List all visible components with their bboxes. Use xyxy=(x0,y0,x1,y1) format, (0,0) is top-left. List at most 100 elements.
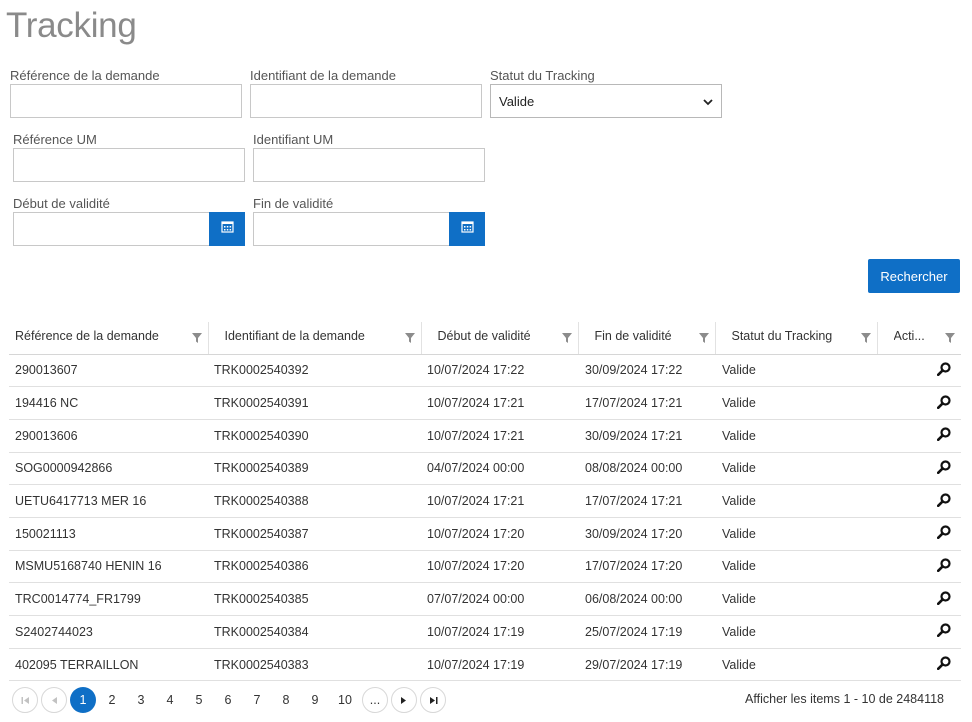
tracking-grid: Référence de la demande Identifiant de la… xyxy=(9,322,961,682)
table-row[interactable]: 150021113 TRK0002540387 10/07/2024 17:20 30… xyxy=(9,517,961,551)
table-cell: 25/07/2024 17:19 xyxy=(578,615,715,649)
magnifier-icon[interactable] xyxy=(936,492,951,510)
view-action-cell xyxy=(877,386,961,420)
view-action-cell xyxy=(877,354,961,388)
magnifier-icon[interactable] xyxy=(936,558,951,575)
column-header-label: Identifiant de la demande xyxy=(224,329,365,344)
filter-icon[interactable] xyxy=(860,332,871,346)
table-row[interactable]: 402095 TERRAILLON TRK0002540383 10/07/2024… xyxy=(9,648,961,682)
view-action-cell xyxy=(877,648,961,682)
table-cell: 06/08/2024 00:00 xyxy=(578,582,715,616)
search-button[interactable]: Rechercher xyxy=(868,259,960,293)
filter-icon[interactable] xyxy=(561,332,572,346)
page-button[interactable]: 5 xyxy=(186,687,212,713)
view-action-cell xyxy=(877,484,961,518)
table-cell: SOG0000942866 xyxy=(9,452,208,486)
debut-label: Début de validité xyxy=(13,196,110,211)
statut-select[interactable]: Valide xyxy=(490,84,722,118)
fin-date-input[interactable] xyxy=(253,212,450,246)
id-demande-input[interactable] xyxy=(250,84,482,118)
prev-page-icon[interactable] xyxy=(41,687,67,713)
page-button[interactable]: 6 xyxy=(215,687,241,713)
filter-icon[interactable] xyxy=(945,332,955,346)
table-cell: Valide xyxy=(715,354,877,388)
table-cell: TRK0002540389 xyxy=(208,452,421,486)
column-header[interactable]: Référence de la demande xyxy=(9,322,208,355)
table-row[interactable]: MSMU5168740 HENIN 16 TRK0002540386 10/07/2… xyxy=(9,550,961,584)
next-page-icon[interactable] xyxy=(391,687,417,713)
column-header-label: Référence de la demande xyxy=(15,329,159,344)
view-action-cell xyxy=(877,582,961,616)
table-cell: TRK0002540386 xyxy=(208,550,421,584)
table-cell: 17/07/2024 17:20 xyxy=(578,550,715,584)
table-cell: Valide xyxy=(715,550,877,584)
id-um-label: Identifiant UM xyxy=(253,132,334,147)
table-cell: Valide xyxy=(715,484,877,518)
ref-demande-label: Référence de la demande xyxy=(10,68,160,83)
column-header[interactable]: Identifiant de la demande xyxy=(207,322,421,355)
magnifier-icon[interactable] xyxy=(936,591,951,608)
page-button[interactable]: 1 xyxy=(70,687,96,713)
page-button[interactable]: 8 xyxy=(273,687,299,713)
table-row[interactable]: SOG0000942866 TRK0002540389 04/07/2024 00:… xyxy=(9,452,961,486)
page-button[interactable]: 3 xyxy=(128,687,154,713)
table-row[interactable]: S2402744023 TRK0002540384 10/07/2024 17:19… xyxy=(9,615,961,649)
magnifier-icon[interactable] xyxy=(936,394,951,412)
magnifier-icon[interactable] xyxy=(936,656,951,673)
table-row[interactable]: 290013606 TRK0002540390 10/07/2024 17:21 30… xyxy=(9,419,961,453)
table-cell: 10/07/2024 17:21 xyxy=(421,419,578,453)
fin-calendar-button[interactable] xyxy=(449,212,485,246)
table-cell: 194416 NC xyxy=(9,386,208,420)
debut-calendar-button[interactable] xyxy=(209,212,245,246)
page-button[interactable]: 4 xyxy=(157,687,183,713)
column-header[interactable]: Fin de validité xyxy=(577,322,715,355)
table-cell: TRK0002540390 xyxy=(208,419,421,453)
filter-icon[interactable] xyxy=(698,332,709,346)
magnifier-icon[interactable] xyxy=(936,427,951,444)
filter-icon[interactable] xyxy=(404,332,415,346)
table-cell: 30/09/2024 17:21 xyxy=(578,419,715,453)
page-button[interactable]: 7 xyxy=(244,687,270,713)
table-row[interactable]: TRC0014774_FR1799 TRK0002540385 07/07/2024… xyxy=(9,582,961,616)
column-header[interactable]: Acti... xyxy=(876,322,961,355)
column-header[interactable]: Statut du Tracking xyxy=(714,322,877,355)
column-header[interactable]: Début de validité xyxy=(420,322,578,355)
ref-um-input[interactable] xyxy=(13,148,245,182)
magnifier-icon[interactable] xyxy=(936,460,951,477)
table-cell: 10/07/2024 17:22 xyxy=(421,354,578,388)
page-button[interactable]: 2 xyxy=(99,687,125,713)
table-cell: MSMU5168740 HENIN 16 xyxy=(9,550,208,584)
table-cell: TRK0002540384 xyxy=(208,615,421,649)
last-page-icon[interactable] xyxy=(420,687,446,713)
table-cell: 04/07/2024 00:00 xyxy=(421,452,578,486)
table-cell: 10/07/2024 17:20 xyxy=(421,550,578,584)
first-page-icon[interactable] xyxy=(12,687,38,713)
page-ellipsis-button[interactable]: ... xyxy=(362,687,388,713)
grid-body: 290013607 TRK0002540392 10/07/2024 17:22 30… xyxy=(9,354,961,682)
magnifier-icon[interactable] xyxy=(936,623,951,640)
table-cell: 402095 TERRAILLON xyxy=(9,648,208,682)
ref-demande-input[interactable] xyxy=(10,84,242,118)
id-um-input[interactable] xyxy=(253,148,485,182)
table-cell: 10/07/2024 17:19 xyxy=(421,648,578,682)
table-row[interactable]: UETU6417713 MER 16 TRK0002540388 10/07/202… xyxy=(9,484,961,518)
table-cell: TRK0002540392 xyxy=(208,354,421,388)
table-row[interactable]: 290013607 TRK0002540392 10/07/2024 17:22 30… xyxy=(9,354,961,388)
page-title: Tracking xyxy=(6,6,137,45)
debut-date-input[interactable] xyxy=(13,212,210,246)
statut-label: Statut du Tracking xyxy=(490,68,595,83)
view-action-cell xyxy=(877,419,961,453)
filter-icon[interactable] xyxy=(191,332,202,346)
page-button[interactable]: 9 xyxy=(302,687,328,713)
table-cell: Valide xyxy=(715,517,877,551)
table-cell: 10/07/2024 17:21 xyxy=(421,484,578,518)
table-cell: Valide xyxy=(715,386,877,420)
statut-select-value: Valide xyxy=(499,93,535,109)
magnifier-icon[interactable] xyxy=(936,362,951,379)
page-button[interactable]: 10 xyxy=(331,687,359,713)
table-row[interactable]: 194416 NC TRK0002540391 10/07/2024 17:21 17… xyxy=(9,386,961,420)
table-cell: 07/07/2024 00:00 xyxy=(421,582,578,616)
table-cell: TRK0002540385 xyxy=(208,582,421,616)
table-cell: 08/08/2024 00:00 xyxy=(578,452,715,486)
magnifier-icon[interactable] xyxy=(936,525,951,542)
